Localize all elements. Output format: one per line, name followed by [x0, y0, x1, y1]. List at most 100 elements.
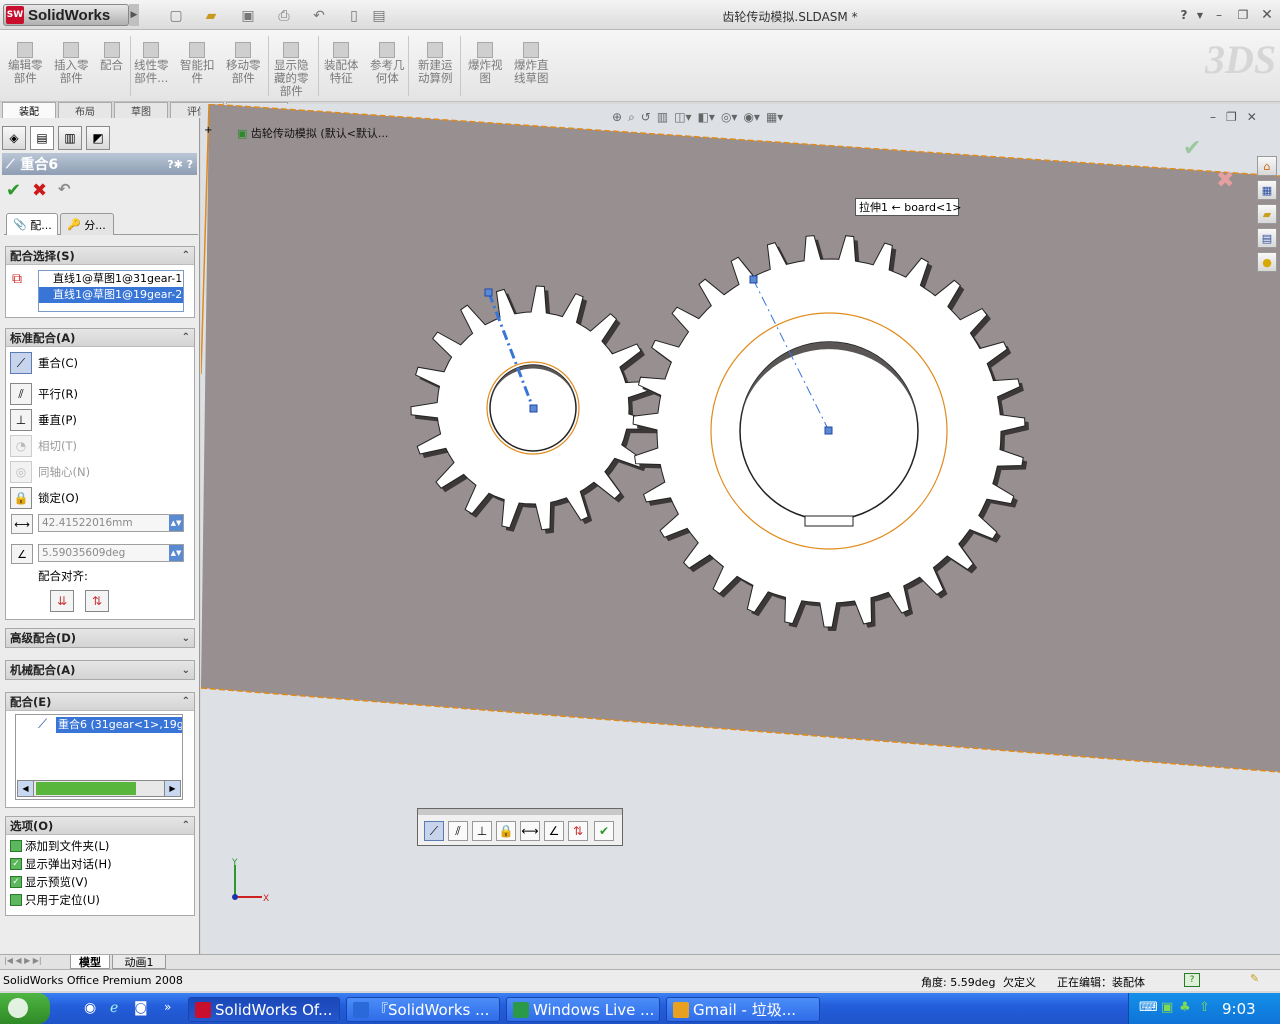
cancel-button[interactable]: ✖ [32, 180, 47, 201]
confirm-corner-ok-icon[interactable]: ✔ [1183, 136, 1201, 161]
graphics-area[interactable] [201, 104, 1280, 954]
scroll-right-icon[interactable]: ▶ [164, 781, 180, 796]
save-icon[interactable]: ▣ [240, 7, 256, 25]
ribbon-button-3[interactable]: 线性零 部件... [134, 42, 169, 85]
scene-icon[interactable]: ▦▾ [766, 110, 783, 128]
zoom-fit-icon[interactable]: ⊕ [612, 110, 622, 128]
spinner-icon[interactable]: ▲▼ [169, 545, 183, 561]
flip-alignment-icon[interactable]: ⇅ [568, 821, 588, 841]
file-explorer-icon[interactable]: ▰ [1257, 204, 1277, 224]
distance-icon[interactable]: ⟷ [520, 821, 540, 841]
ribbon-button-11[interactable]: 爆炸直 线草图 [514, 42, 549, 85]
messenger-icon[interactable]: ♣ [1179, 1000, 1191, 1015]
checkbox-icon[interactable] [10, 894, 22, 906]
section-view-icon[interactable]: ▥ [657, 110, 668, 128]
taskbar-item-0[interactable]: SolidWorks Of... [188, 997, 340, 1022]
breadcrumb[interactable]: ▣ 齿轮传动模拟 (默认<默认... [237, 125, 388, 141]
tab-model[interactable]: 模型 [70, 955, 110, 969]
print-icon[interactable]: ⎙ [275, 7, 293, 25]
tab-motion-study[interactable]: 动画1 [112, 955, 166, 969]
solidworks-logo-button[interactable]: SW SolidWorks [3, 4, 129, 26]
start-button[interactable] [0, 993, 50, 1024]
restore-icon[interactable]: ❐ [1234, 7, 1252, 23]
option-checkbox-0[interactable]: 添加到文件夹(L) [10, 837, 109, 855]
view-orientation-icon[interactable]: ◫▾ [674, 110, 691, 128]
home-icon[interactable]: ⌂ [1257, 156, 1277, 176]
ribbon-button-4[interactable]: 智能扣 件 [180, 42, 215, 85]
taskbar-item-3[interactable]: Gmail - 垃圾... [666, 997, 820, 1022]
configuration-manager-icon[interactable]: ▥ [58, 126, 82, 150]
quicklaunch-app-icon[interactable]: ◙ [134, 1000, 148, 1016]
undo-icon[interactable]: ↶ [310, 7, 328, 25]
new-file-icon[interactable]: ▢ [168, 7, 184, 25]
ok-button[interactable]: ✔ [6, 180, 21, 201]
menu-expand-arrow-icon[interactable]: ▶ [129, 4, 139, 26]
anti-aligned-icon[interactable]: ⇅ [85, 590, 109, 612]
mate-option-2[interactable]: ⊥ 垂直(P) [10, 409, 77, 431]
angle-input[interactable]: 5.59035609deg ▲▼ [38, 544, 184, 562]
tab-1[interactable]: 布局 [58, 102, 112, 118]
hide-show-icon[interactable]: ◎▾ [721, 110, 738, 128]
mate-option-5[interactable]: 🔒 锁定(O) [10, 487, 79, 509]
model-canvas[interactable] [201, 104, 1280, 954]
mate-option-0[interactable]: ⟋ 重合(C) [10, 352, 78, 374]
restore-icon[interactable]: ❐ [1226, 110, 1237, 126]
mechanical-mates-group[interactable]: 机械配合(A) ⌄ [5, 660, 195, 680]
previous-view-icon[interactable]: ↺ [641, 110, 651, 128]
option-checkbox-2[interactable]: ✓ 显示预览(V) [10, 873, 88, 891]
option-checkbox-1[interactable]: ✓ 显示弹出对话(H) [10, 855, 112, 873]
keyboard-icon[interactable]: ⌨ [1139, 1000, 1158, 1015]
collapse-icon[interactable]: ⌃ [182, 820, 190, 831]
expand-icon[interactable]: ⌄ [182, 665, 190, 676]
tab-mates[interactable]: 📎 配... [6, 213, 58, 235]
lock-icon[interactable]: 🔒 [496, 821, 516, 841]
tab-0[interactable]: 装配 [2, 102, 56, 118]
collapse-icon[interactable]: ⌃ [182, 250, 190, 261]
help-icon[interactable]: ?✱ ? [167, 158, 193, 171]
rebuild-icon[interactable]: ✎ [1250, 972, 1259, 985]
taskbar-item-1[interactable]: 『SolidWorks ... [346, 997, 500, 1022]
checkbox-icon[interactable]: ✓ [10, 876, 22, 888]
ribbon-button-1[interactable]: 插入零 部件 [54, 42, 89, 85]
mate-selection-list[interactable]: 直线1@草图1@31gear-1@ 直线1@草图1@19gear-2@ [38, 270, 184, 312]
undo-mate-icon[interactable]: ↶ [58, 180, 71, 198]
tray-app-icon[interactable]: ▣ [1161, 1000, 1173, 1015]
ribbon-button-6[interactable]: 显示隐 藏的零 部件 [274, 42, 309, 98]
minimize-icon[interactable]: – [1210, 7, 1228, 23]
scroll-left-icon[interactable]: ◀ [18, 781, 34, 796]
feature-tree-icon[interactable]: ◈ [2, 126, 26, 150]
advanced-mates-group[interactable]: 高级配合(D) ⌄ [5, 628, 195, 648]
close-icon[interactable]: ✕ [1258, 7, 1276, 23]
zoom-area-icon[interactable]: ⌕ [628, 110, 635, 128]
scroll-thumb[interactable] [36, 782, 136, 795]
horizontal-scrollbar[interactable]: ◀ ▶ [17, 780, 181, 797]
tab-analysis[interactable]: 🔑 分... [60, 213, 114, 235]
property-manager-icon[interactable]: ▤ [30, 126, 54, 150]
appearances-icon[interactable]: ● [1257, 252, 1277, 272]
ribbon-button-2[interactable]: 配合 [100, 42, 123, 72]
expand-icon[interactable]: ⌄ [182, 633, 190, 644]
display-manager-icon[interactable]: ◩ [86, 126, 110, 150]
open-folder-icon[interactable]: ▰ [202, 7, 220, 25]
spinner-icon[interactable]: ▲▼ [169, 515, 183, 531]
angle-icon[interactable]: ∠ [11, 544, 33, 564]
collapse-icon[interactable]: ⌃ [182, 332, 190, 343]
quicklaunch-ie-icon[interactable]: ℯ [110, 1000, 118, 1016]
display-style-icon[interactable]: ◧▾ [698, 110, 715, 128]
help-status-icon[interactable]: ? [1184, 973, 1200, 987]
perpendicular-icon[interactable]: ⊥ [472, 821, 492, 841]
ribbon-button-10[interactable]: 爆炸视 图 [468, 42, 503, 85]
collapse-icon[interactable]: ⌃ [182, 696, 190, 707]
tab-scroll-icon[interactable]: |◀ ◀ ▶ ▶| [4, 956, 64, 968]
distance-input[interactable]: 42.41522016mm ▲▼ [38, 514, 184, 532]
checkbox-icon[interactable] [10, 840, 22, 852]
ribbon-button-8[interactable]: 参考几 何体 [370, 42, 405, 85]
tab-2[interactable]: 草图 [114, 102, 168, 118]
options-icon[interactable]: ▤ [370, 7, 388, 25]
list-item[interactable]: 直线1@草图1@31gear-1@ [39, 271, 183, 287]
close-icon[interactable]: ✕ [1247, 110, 1257, 126]
minimize-icon[interactable]: – [1210, 110, 1216, 126]
confirm-corner-cancel-icon[interactable]: ✖ [1216, 168, 1234, 193]
quicklaunch-more-icon[interactable]: » [164, 1000, 171, 1014]
angle-icon[interactable]: ∠ [544, 821, 564, 841]
